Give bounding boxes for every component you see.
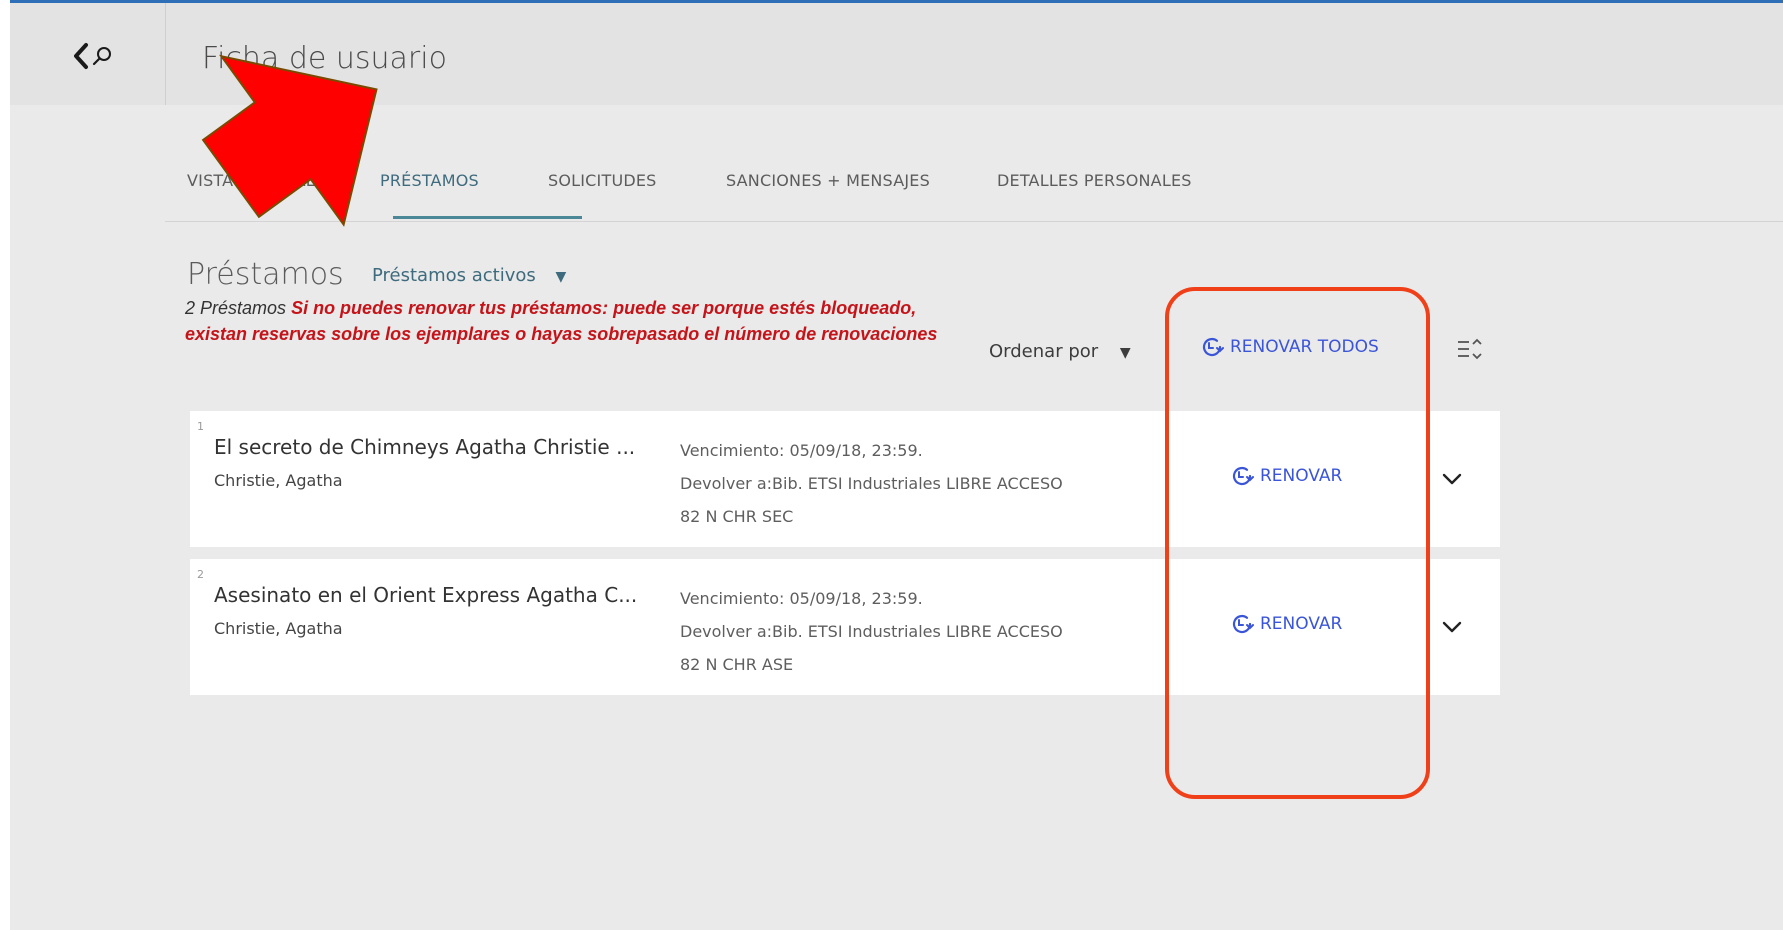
back-search-button[interactable]: [70, 39, 130, 73]
header-divider: [165, 3, 166, 105]
tab-vista-general[interactable]: VISTA GENERAL: [187, 171, 315, 190]
loan-return-location: Devolver a:Bib. ETSI Industriales LIBRE …: [680, 622, 1063, 641]
page-title: Ficha de usuario: [202, 41, 447, 76]
header-bar: Ficha de usuario: [10, 3, 1783, 105]
tab-prestamos[interactable]: PRÉSTAMOS: [380, 171, 479, 190]
loan-title[interactable]: El secreto de Chimneys Agatha Christie .…: [214, 435, 664, 459]
loan-author: Christie, Agatha: [214, 619, 343, 638]
row-index: 1: [197, 420, 204, 433]
loan-filter-dropdown[interactable]: Préstamos activos ▼: [372, 265, 566, 286]
tab-sanciones-mensajes[interactable]: SANCIONES + MENSAJES: [726, 171, 930, 190]
app-container: Ficha de usuario VISTA GENERAL PRÉSTAMOS…: [10, 3, 1783, 930]
caret-down-icon: ▼: [1119, 345, 1131, 361]
renew-label: RENOVAR: [1260, 466, 1343, 486]
renew-clock-icon: [1232, 614, 1254, 634]
chevron-down-icon: [1442, 621, 1462, 633]
loan-call-number: 82 N CHR ASE: [680, 655, 794, 674]
renew-all-button[interactable]: RENOVAR TODOS: [1200, 335, 1379, 359]
row-index: 2: [197, 568, 204, 581]
loan-due-date: Vencimiento: 05/09/18, 23:59.: [680, 441, 923, 460]
page-frame: Ficha de usuario VISTA GENERAL PRÉSTAMOS…: [0, 0, 1783, 930]
expand-row-button[interactable]: [1440, 617, 1464, 637]
active-tab-indicator: [393, 216, 582, 219]
loan-title[interactable]: Asesinato en el Orient Express Agatha C.…: [214, 583, 664, 607]
back-search-icon: [74, 43, 111, 69]
loan-return-location: Devolver a:Bib. ETSI Industriales LIBRE …: [680, 474, 1063, 493]
tab-detalles-personales[interactable]: DETALLES PERSONALES: [997, 171, 1192, 190]
loan-call-number: 82 N CHR SEC: [680, 507, 794, 526]
loans-notice: 2 Préstamos Si no puedes renovar tus pré…: [185, 295, 945, 347]
renew-all-label: RENOVAR TODOS: [1230, 337, 1379, 357]
chevron-down-icon: [1442, 473, 1462, 485]
sort-label: Ordenar por: [989, 341, 1099, 362]
tab-solicitudes[interactable]: SOLICITUDES: [548, 171, 657, 190]
caret-down-icon: ▼: [555, 269, 567, 285]
renew-clock-icon: [1232, 466, 1254, 486]
renew-label: RENOVAR: [1260, 614, 1343, 634]
expand-row-button[interactable]: [1440, 469, 1464, 489]
loan-filter-value: Préstamos activos: [372, 265, 536, 286]
renew-button[interactable]: RENOVAR: [1230, 612, 1342, 636]
loan-author: Christie, Agatha: [214, 471, 343, 490]
tab-bar: VISTA GENERAL PRÉSTAMOS SOLICITUDES SANC…: [165, 121, 1783, 222]
loan-count: 2 Préstamos: [185, 298, 287, 318]
loan-row[interactable]: 2 Asesinato en el Orient Express Agatha …: [190, 559, 1500, 695]
renew-button[interactable]: RENOVAR: [1230, 464, 1342, 488]
loan-due-date: Vencimiento: 05/09/18, 23:59.: [680, 589, 923, 608]
sort-dropdown[interactable]: Ordenar por ▼: [989, 341, 1131, 362]
section-title: Préstamos: [187, 257, 344, 292]
renewal-warning: Si no puedes renovar tus préstamos: pued…: [185, 298, 938, 344]
loan-row[interactable]: 1 El secreto de Chimneys Agatha Christie…: [190, 411, 1500, 547]
renew-clock-icon: [1202, 337, 1224, 357]
list-display-options-button[interactable]: [1455, 335, 1485, 365]
sort-list-icon: [1458, 338, 1482, 360]
